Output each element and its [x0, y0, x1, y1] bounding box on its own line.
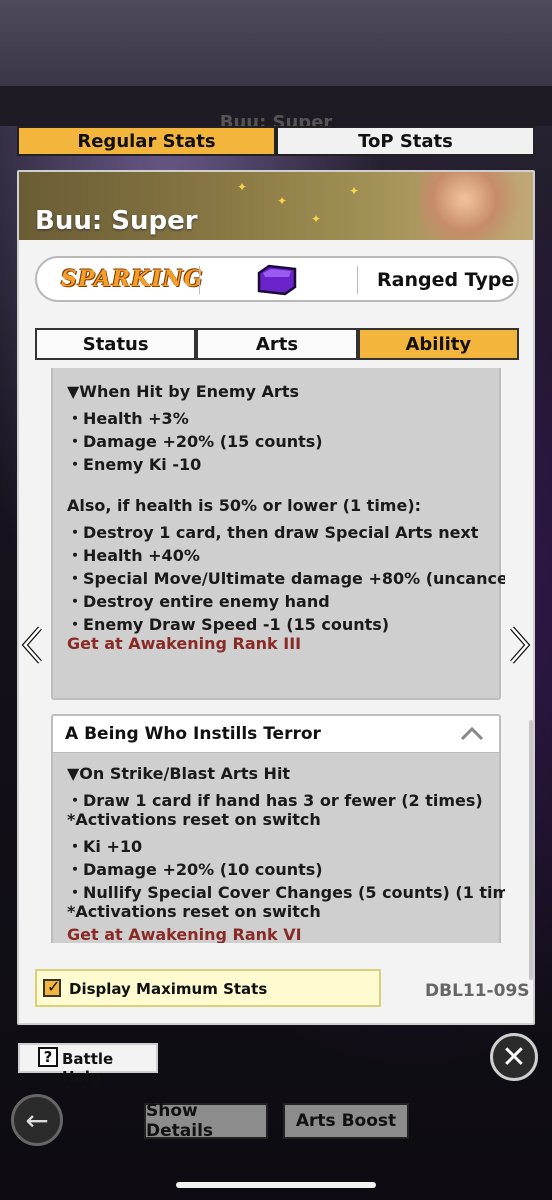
- ability-card-header[interactable]: A Being Who Instills Terror: [53, 716, 499, 753]
- display-max-stats-toggle[interactable]: ✓ Display Maximum Stats: [35, 969, 381, 1007]
- ability-effect: Nullify Special Cover Changes (5 counts)…: [67, 879, 505, 903]
- purple-gem-icon: [257, 264, 297, 296]
- ability-card: A Being Who Instills Terror ▼On Strike/B…: [51, 714, 505, 943]
- chevron-left-icon[interactable]: [20, 620, 46, 670]
- sparkle-icon: ✦: [311, 212, 322, 226]
- character-portrait: [419, 172, 533, 240]
- tab-top-stats[interactable]: ToP Stats: [276, 126, 535, 156]
- battle-help-button[interactable]: ? Battle Help: [18, 1043, 158, 1086]
- stat-tabs: Regular Stats ToP Stats: [17, 126, 535, 156]
- background-art: [0, 0, 552, 90]
- ability-note: *Activations reset on switch: [67, 810, 321, 829]
- ability-effect: Destroy 1 card, then draw Special Arts n…: [67, 519, 478, 543]
- ability-title: A Being Who Instills Terror: [65, 724, 321, 744]
- ability-note: *Activations reset on switch: [67, 902, 321, 921]
- ability-effect: Health +3%: [67, 405, 189, 429]
- close-button[interactable]: ✕: [490, 1033, 538, 1081]
- chevron-up-icon[interactable]: [459, 722, 485, 744]
- tab-regular-stats[interactable]: Regular Stats: [17, 126, 276, 156]
- battle-help-label: Battle Help: [62, 1050, 114, 1086]
- ability-effect: Damage +20% (10 counts): [67, 856, 323, 880]
- character-detail-panel: ✦ ✦ ✦ ✦ Buu: Super SPARKING Ranged Type …: [17, 170, 535, 1025]
- tab-arts[interactable]: Arts: [196, 328, 358, 360]
- display-max-stats-label: Display Maximum Stats: [69, 980, 268, 998]
- ability-effect: Special Move/Ultimate damage +80% (uncan…: [67, 565, 505, 589]
- scrollbar[interactable]: [529, 720, 533, 980]
- ability-effect: Ki +10: [67, 833, 142, 857]
- awakening-requirement: Get at Awakening Rank VI: [67, 925, 302, 943]
- show-details-button[interactable]: Show Details: [144, 1101, 268, 1141]
- home-indicator[interactable]: [176, 1182, 376, 1188]
- awakening-requirement: Get at Awakening Rank III: [67, 634, 302, 653]
- sparkle-icon: ✦: [277, 194, 288, 208]
- ability-list[interactable]: ▼When Hit by Enemy Arts Health +3% Damag…: [49, 368, 505, 943]
- tab-ability[interactable]: Ability: [357, 328, 519, 360]
- check-icon: ✓: [47, 977, 61, 996]
- ability-card: ▼When Hit by Enemy Arts Health +3% Damag…: [51, 368, 505, 700]
- ability-trigger: ▼When Hit by Enemy Arts: [67, 382, 299, 401]
- ability-effect: Destroy entire enemy hand: [67, 588, 330, 612]
- rarity-label: SPARKING: [61, 266, 204, 292]
- ability-effect: Enemy Ki -10: [67, 451, 201, 475]
- type-label: Ranged Type: [377, 269, 515, 291]
- ability-condition: Also, if health is 50% or lower (1 time)…: [67, 496, 422, 515]
- tab-status[interactable]: Status: [35, 328, 197, 360]
- ability-effect: Damage +20% (15 counts): [67, 428, 323, 452]
- checkbox[interactable]: ✓: [43, 977, 61, 997]
- sparkle-icon: ✦: [237, 180, 248, 194]
- ability-effect: Enemy Draw Speed -1 (15 counts): [67, 611, 389, 635]
- arts-boost-button[interactable]: Arts Boost: [283, 1103, 409, 1139]
- character-info-bar: SPARKING Ranged Type: [35, 256, 519, 302]
- divider: [199, 266, 200, 294]
- help-icon: ?: [38, 1047, 58, 1067]
- character-name: Buu: Super: [35, 206, 198, 236]
- ability-effect: Health +40%: [67, 542, 200, 566]
- card-id: DBL11-09S: [425, 981, 530, 1001]
- ability-effect: Draw 1 card if hand has 3 or fewer (2 ti…: [67, 787, 483, 811]
- sparkle-icon: ✦: [349, 184, 360, 198]
- divider: [357, 266, 358, 294]
- character-header: ✦ ✦ ✦ ✦ Buu: Super: [19, 172, 533, 240]
- detail-tabs: Status Arts Ability: [35, 328, 519, 360]
- chevron-right-icon[interactable]: [506, 620, 532, 670]
- ability-trigger: ▼On Strike/Blast Arts Hit: [67, 764, 291, 783]
- back-button[interactable]: ←: [11, 1094, 63, 1146]
